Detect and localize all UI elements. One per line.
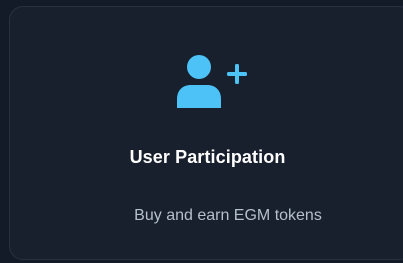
- card-description: Buy and earn EGM tokens: [134, 207, 322, 224]
- user-plus-icon: [171, 52, 251, 110]
- card-title: User Participation: [129, 147, 286, 167]
- feature-card: User Participation Buy and earn EGM toke…: [9, 6, 403, 260]
